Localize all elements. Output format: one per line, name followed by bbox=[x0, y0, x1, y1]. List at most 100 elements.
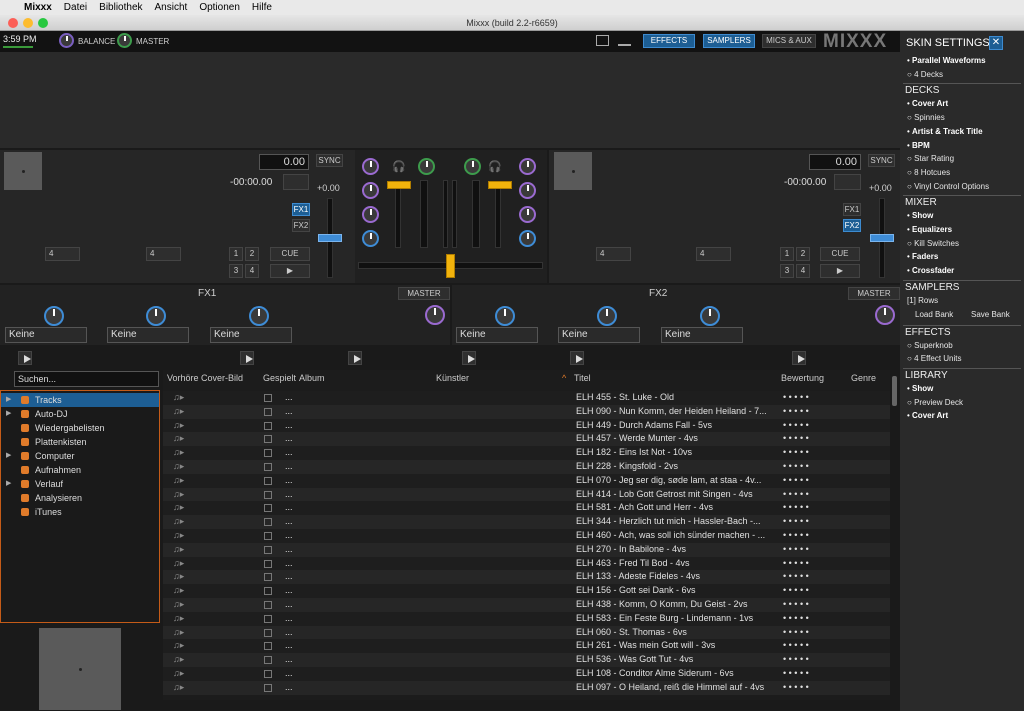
menu-hilfe[interactable]: Hilfe bbox=[252, 2, 272, 13]
skin-option[interactable]: ○ 8 Hotcues bbox=[907, 167, 950, 179]
deck1-fx2-button[interactable]: FX2 bbox=[292, 219, 310, 232]
preview-headphone-icon[interactable]: ♫▸ bbox=[173, 653, 184, 667]
table-row[interactable]: ♫▸... ELH 270 - In Babilone - 4vs • • • • … bbox=[163, 542, 890, 557]
fx2-slot2-knob[interactable] bbox=[597, 306, 617, 326]
deck1-bpm[interactable]: 0.00 bbox=[259, 154, 309, 170]
played-checkbox[interactable] bbox=[264, 504, 272, 513]
sidebar-item-crates[interactable]: Plattenkisten bbox=[1, 435, 159, 449]
rating-cell[interactable]: • • • • • bbox=[783, 474, 809, 488]
fx2-slot3-knob[interactable] bbox=[700, 306, 720, 326]
table-row[interactable]: ♫▸... ELH 455 - St. Luke - Old • • • • • bbox=[163, 391, 890, 405]
sampler2-play[interactable] bbox=[240, 351, 254, 365]
preview-headphone-icon[interactable]: ♫▸ bbox=[173, 626, 184, 640]
deck2-beatjump-size[interactable]: 4 bbox=[696, 247, 731, 261]
rating-cell[interactable]: • • • • • bbox=[783, 626, 809, 640]
sidebar-item-history[interactable]: ▶ Verlauf bbox=[1, 477, 159, 491]
col-rating[interactable]: Bewertung bbox=[781, 370, 824, 387]
expand-arrow-icon[interactable]: ▶ bbox=[6, 407, 11, 421]
skin-option[interactable]: • Cover Art bbox=[907, 410, 948, 422]
played-checkbox[interactable] bbox=[264, 573, 272, 582]
played-checkbox[interactable] bbox=[264, 463, 272, 471]
played-checkbox[interactable] bbox=[264, 587, 272, 596]
menu-optionen[interactable]: Optionen bbox=[199, 2, 240, 13]
effects-button[interactable]: EFFECTS bbox=[643, 34, 695, 48]
headphone-mix-knob[interactable] bbox=[418, 158, 435, 175]
skin-option[interactable]: • Cover Art bbox=[907, 98, 948, 110]
load-bank-button[interactable]: Load Bank bbox=[915, 309, 953, 321]
rating-cell[interactable]: • • • • • bbox=[783, 653, 809, 667]
deck1-hotcue-1[interactable]: 1 bbox=[229, 247, 243, 261]
preview-headphone-icon[interactable]: ♫▸ bbox=[173, 584, 184, 598]
rating-cell[interactable]: • • • • • bbox=[783, 432, 809, 446]
skin-option[interactable]: ○ Spinnies bbox=[907, 112, 945, 124]
preview-headphone-icon[interactable]: ♫▸ bbox=[173, 474, 184, 488]
samplers-button[interactable]: SAMPLERS bbox=[703, 34, 755, 48]
preview-headphone-icon[interactable]: ♫▸ bbox=[173, 460, 184, 474]
skin-option[interactable]: • Crossfader bbox=[907, 265, 954, 277]
played-checkbox[interactable] bbox=[264, 449, 272, 458]
col-title[interactable]: Titel bbox=[574, 370, 591, 387]
keyboard-icon[interactable] bbox=[596, 35, 609, 46]
played-checkbox[interactable] bbox=[264, 614, 272, 623]
rating-cell[interactable]: • • • • • bbox=[783, 598, 809, 612]
deck2-eq-mid-knob[interactable] bbox=[519, 206, 536, 223]
table-row[interactable]: ♫▸... ELH 414 - Lob Gott Getrost mit Sing… bbox=[163, 487, 890, 502]
deck2-gain-knob[interactable] bbox=[519, 158, 536, 175]
played-checkbox[interactable] bbox=[264, 407, 272, 416]
skin-option[interactable]: ○ Kill Switches bbox=[907, 238, 959, 250]
skin-option[interactable]: [1] Rows bbox=[907, 295, 938, 307]
rating-cell[interactable]: • • • • • bbox=[783, 667, 809, 681]
deck1-eq-mid-knob[interactable] bbox=[362, 206, 379, 223]
deck2-hotcue-1[interactable]: 1 bbox=[780, 247, 794, 261]
deck1-eq-high-knob[interactable] bbox=[362, 182, 379, 199]
preview-headphone-icon[interactable]: ♫▸ bbox=[173, 405, 184, 419]
played-checkbox[interactable] bbox=[264, 601, 272, 609]
preview-headphone-icon[interactable]: ♫▸ bbox=[173, 612, 184, 626]
fx1-slot3-knob[interactable] bbox=[249, 306, 269, 326]
rating-cell[interactable]: • • • • • bbox=[783, 405, 809, 419]
fx2-mix-knob[interactable] bbox=[875, 305, 895, 325]
rating-cell[interactable]: • • • • • bbox=[783, 612, 809, 626]
played-checkbox[interactable] bbox=[264, 545, 272, 554]
fx1-slot1-select[interactable]: Keine bbox=[5, 327, 87, 343]
table-row[interactable]: ♫▸... ELH 097 - O Heiland, reiß die Himme… bbox=[163, 680, 890, 695]
deck1-eq-low-knob[interactable] bbox=[362, 230, 379, 247]
deck1-play-button[interactable]: ▶ bbox=[270, 264, 310, 278]
played-checkbox[interactable] bbox=[264, 421, 272, 430]
deck2-fx2-button[interactable]: FX2 bbox=[843, 219, 861, 232]
table-row[interactable]: ♫▸... ELH 583 - Ein Feste Burg - Lindeman… bbox=[163, 611, 890, 626]
close-window-button[interactable] bbox=[8, 18, 18, 28]
sidebar-item-auto-dj[interactable]: ▶ Auto-DJ bbox=[1, 407, 159, 421]
balance-knob[interactable] bbox=[59, 33, 74, 48]
deck1-sync-button[interactable]: SYNC bbox=[316, 154, 343, 167]
preview-headphone-icon[interactable]: ♫▸ bbox=[173, 681, 184, 695]
fx1-slot2-select[interactable]: Keine bbox=[107, 327, 189, 343]
preview-headphone-icon[interactable]: ♫▸ bbox=[173, 543, 184, 557]
mics-aux-button[interactable]: MICS & AUX bbox=[762, 34, 816, 48]
rating-cell[interactable]: • • • • • bbox=[783, 460, 809, 474]
deck2-fx1-button[interactable]: FX1 bbox=[843, 203, 861, 216]
table-row[interactable]: ♫▸... ELH 228 - Kingsfold - 2vs • • • • • bbox=[163, 460, 890, 474]
deck1-volume-fader[interactable] bbox=[387, 181, 411, 189]
rating-cell[interactable]: • • • • • bbox=[783, 419, 809, 433]
skin-option[interactable]: ○ Star Rating bbox=[907, 153, 954, 165]
table-row[interactable]: ♫▸... ELH 108 - Conditor Alme Siderum - 6… bbox=[163, 667, 890, 681]
deck2-play-button[interactable]: ▶ bbox=[820, 264, 860, 278]
master-knob[interactable] bbox=[117, 33, 132, 48]
skin-option[interactable]: • Show bbox=[907, 210, 933, 222]
table-row[interactable]: ♫▸... ELH 156 - Gott sei Dank - 6vs • • • … bbox=[163, 584, 890, 598]
played-checkbox[interactable] bbox=[264, 559, 272, 568]
table-row[interactable]: ♫▸... ELH 344 - Herzlich tut mich - Hassl… bbox=[163, 515, 890, 529]
skin-option[interactable]: • Artist & Track Title bbox=[907, 126, 983, 138]
table-row[interactable]: ♫▸... ELH 457 - Werde Munter - 4vs • • • •… bbox=[163, 432, 890, 447]
preview-headphone-icon[interactable]: ♫▸ bbox=[173, 446, 184, 460]
headphone-gain-knob[interactable] bbox=[464, 158, 481, 175]
fx2-slot1-knob[interactable] bbox=[495, 306, 515, 326]
col-artist[interactable]: Künstler bbox=[436, 370, 469, 387]
fx1-mix-knob[interactable] bbox=[425, 305, 445, 325]
fx2-master-button[interactable]: MASTER bbox=[848, 287, 900, 300]
table-row[interactable]: ♫▸... ELH 261 - Was mein Gott will - 3vs •… bbox=[163, 639, 890, 654]
waveform-area[interactable] bbox=[0, 52, 900, 148]
played-checkbox[interactable] bbox=[264, 642, 272, 651]
preview-headphone-icon[interactable]: ♫▸ bbox=[173, 432, 184, 446]
